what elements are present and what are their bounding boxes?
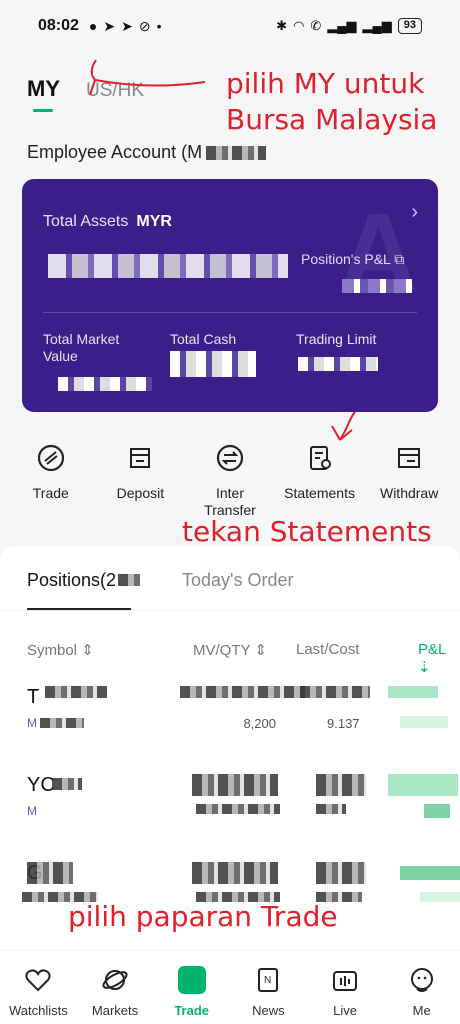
heart-icon <box>0 965 77 995</box>
withdraw-button[interactable]: Withdraw <box>369 443 449 519</box>
row-cost: 9.137 <box>327 716 360 731</box>
chat-icon: ● <box>88 17 98 34</box>
table-row[interactable]: T M 8,200 9.137 <box>0 686 460 776</box>
withdraw-icon <box>394 443 424 473</box>
column-last-cost: Last/Cost <box>296 641 360 658</box>
nav-trade[interactable]: Trade <box>153 951 230 1024</box>
divider <box>0 610 460 611</box>
total-cash-redacted <box>170 351 256 377</box>
profile-icon <box>383 965 460 995</box>
nav-news[interactable]: N News <box>230 951 307 1024</box>
action-bar: Trade Deposit Inter Transfer Statements … <box>0 443 460 519</box>
card-divider <box>43 312 417 313</box>
bottom-nav: Watchlists Markets Trade N News Live Me <box>0 950 460 1024</box>
nav-trade-label: Trade <box>174 1003 210 1018</box>
signal-icon: ▂▄▆ <box>327 18 357 33</box>
nav-live[interactable]: Live <box>307 951 384 1024</box>
notification-icons: ● ➤ ➤ ⊘ • <box>89 18 162 35</box>
total-assets-label: Total Assets MYR <box>43 213 172 230</box>
trade-icon <box>36 443 66 473</box>
news-icon: N <box>230 965 307 995</box>
row-symbol: YC <box>27 774 55 796</box>
trade-nav-icon <box>153 965 230 995</box>
account-redacted <box>206 145 267 160</box>
tab-todays-order[interactable]: Today's Order <box>182 570 293 591</box>
deposit-button[interactable]: Deposit <box>100 443 180 519</box>
market-tabs: MY US/HK <box>27 76 144 112</box>
positions-pnl-link[interactable]: Position's P&L ⧉ <box>301 251 404 268</box>
total-market-value-redacted <box>58 377 152 391</box>
annotation-choose-trade: pilih paparan Trade <box>68 900 338 933</box>
annotation-press-statements: tekan Statements <box>182 515 432 548</box>
svg-text:N: N <box>264 975 271 986</box>
total-market-value-label: Total Market Value <box>43 331 120 364</box>
trade-button[interactable]: Trade <box>11 443 91 519</box>
nav-me-label: Me <box>412 1003 431 1018</box>
assets-card[interactable]: A › Total Assets MYR Position's P&L ⧉ Tot… <box>22 179 438 412</box>
account-selector[interactable]: Employee Account (M <box>27 142 267 163</box>
positions-panel: Positions(2 Today's Order Symbol ⇕ MV/QT… <box>0 546 460 950</box>
telegram-icon: ➤ <box>103 17 116 34</box>
row-symbol: T <box>27 686 40 708</box>
battery-icon: 93 <box>397 18 422 34</box>
call-icon: ✆ <box>310 18 322 33</box>
inter-transfer-button[interactable]: Inter Transfer <box>190 443 270 519</box>
nav-news-label: News <box>252 1003 285 1018</box>
trade-label: Trade <box>32 485 69 501</box>
signal-icon: ▂▄▆ <box>362 18 392 33</box>
chevron-right-icon[interactable]: › <box>411 201 418 224</box>
deposit-label: Deposit <box>116 485 165 501</box>
inter-transfer-label: Inter Transfer <box>204 485 256 518</box>
live-icon <box>307 965 384 995</box>
column-pnl[interactable]: P&L ⇣ <box>418 641 460 676</box>
dot-icon: • <box>156 17 162 34</box>
status-bar: 08:02 ● ➤ ➤ ⊘ • ✱ ◠ ✆ ▂▄▆ ▂▄▆ 93 <box>0 0 460 52</box>
trading-limit-label: Trading Limit <box>296 331 377 347</box>
transfer-icon <box>215 443 245 473</box>
row-qty: 8,200 <box>243 716 276 731</box>
nav-watchlists[interactable]: Watchlists <box>0 951 77 1024</box>
status-time: 08:02 <box>38 17 79 34</box>
trading-limit-redacted <box>298 357 378 371</box>
nav-live-label: Live <box>333 1003 357 1018</box>
nav-watchlists-label: Watchlists <box>8 1003 68 1018</box>
nav-markets[interactable]: Markets <box>77 951 154 1024</box>
planet-icon <box>77 965 154 995</box>
tab-us-hk[interactable]: US/HK <box>86 80 144 102</box>
wifi-icon: ◠ <box>293 18 305 33</box>
table-row[interactable]: YC M <box>0 774 460 864</box>
row-exchange: M <box>27 804 37 818</box>
statements-button[interactable]: Statements <box>280 443 360 519</box>
column-symbol[interactable]: Symbol ⇕ <box>27 641 94 659</box>
bluetooth-icon: ✱ <box>276 18 288 33</box>
positions-pnl-value-redacted <box>342 279 412 293</box>
withdraw-label: Withdraw <box>379 485 439 501</box>
tab-positions[interactable]: Positions(2 <box>27 570 141 591</box>
annotation-choose-my: pilih MY untuk Bursa Malaysia <box>226 67 438 136</box>
tab-my[interactable]: MY <box>27 76 60 112</box>
telegram-icon: ➤ <box>121 17 133 34</box>
column-mv-qty[interactable]: MV/QTY ⇕ <box>193 641 267 659</box>
nav-me[interactable]: Me <box>383 951 460 1024</box>
external-link-icon: ⧉ <box>394 251 405 267</box>
account-label: Employee Account (M <box>27 142 203 162</box>
system-icons: ✱ ◠ ✆ ▂▄▆ ▂▄▆ 93 <box>276 18 422 34</box>
deposit-icon <box>125 443 155 473</box>
total-cash-label: Total Cash <box>170 331 237 347</box>
statements-icon <box>305 443 335 473</box>
nav-markets-label: Markets <box>91 1003 139 1018</box>
currency-label[interactable]: MYR <box>136 213 172 230</box>
sync-icon: ⊘ <box>138 17 151 34</box>
statements-label: Statements <box>284 485 355 501</box>
total-assets-value-redacted <box>48 254 288 280</box>
row-exchange: M <box>27 716 37 730</box>
